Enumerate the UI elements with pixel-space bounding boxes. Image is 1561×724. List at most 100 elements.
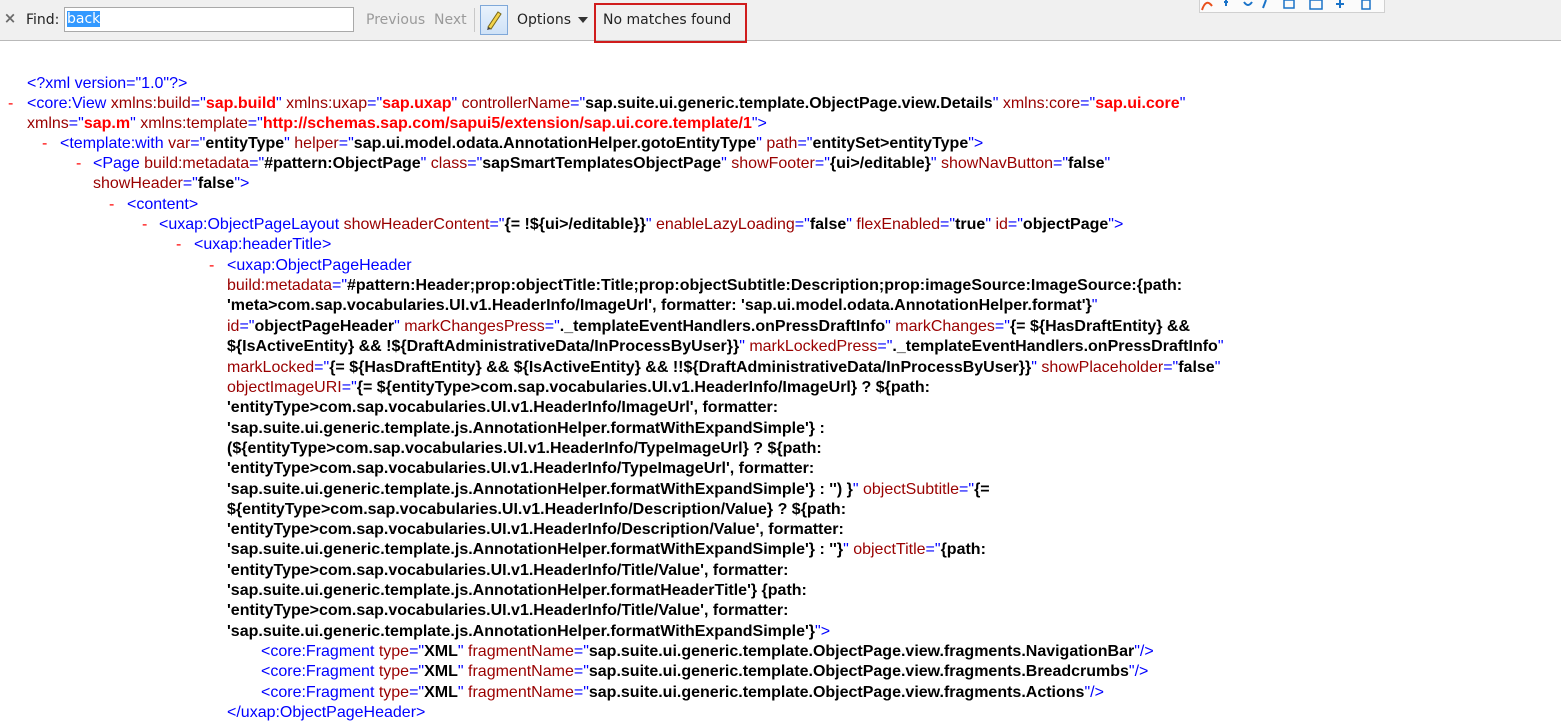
collapse-toggle[interactable]: -: [176, 235, 181, 255]
xml-attribute-name: xmlns:uxap: [286, 95, 368, 112]
xml-namespace-value: http://schemas.sap.com/sapui5/extension/…: [262, 115, 752, 132]
xml-markup: <uxap:headerTitle>: [194, 236, 332, 253]
previous-button[interactable]: Previous: [366, 12, 425, 28]
xml-markup: ": [394, 318, 405, 335]
xml-markup: ": [645, 216, 656, 233]
xml-line: objectImageURI="{= ${entityType>com.sap.…: [227, 378, 930, 398]
xml-markup: =": [409, 684, 425, 701]
find-input-value: back: [67, 11, 101, 27]
xml-attribute-value: false: [809, 216, 847, 233]
xml-markup: =": [249, 155, 265, 172]
collapse-toggle[interactable]: -: [42, 134, 47, 154]
xml-attribute-name: type: [378, 663, 410, 680]
xml-markup: =": [570, 95, 586, 112]
xml-line: <uxap:headerTitle>: [194, 235, 331, 255]
xml-markup: ": [276, 95, 287, 112]
xml-attribute-value: entityType: [205, 135, 285, 152]
xml-attribute-name: xmlns:build: [110, 95, 191, 112]
xml-attribute-value: entitySet>entityType: [812, 135, 969, 152]
xml-attribute-name: controllerName: [461, 95, 571, 112]
find-bar: × Find: back Previous Next Options No ma…: [0, 0, 1561, 43]
xml-attribute-value: 'sap.suite.ui.generic.template.js.Annota…: [227, 623, 816, 640]
xml-attribute-value: 'entityType>com.sap.vocabularies.UI.v1.H…: [227, 521, 844, 538]
xml-line: showHeader="false">: [93, 174, 249, 194]
xml-attribute-value: {= ${HasDraftEntity} &&: [1009, 318, 1190, 335]
xml-markup: ": [843, 541, 854, 558]
xml-namespace-value: sap.m: [83, 115, 131, 132]
xml-markup: =": [338, 135, 354, 152]
xml-markup: ">: [1108, 216, 1124, 233]
xml-markup: <core:View: [27, 95, 111, 112]
highlight-all-button[interactable]: [480, 5, 508, 35]
xml-attribute-value: 'sap.suite.ui.generic.template.js.Annota…: [227, 481, 853, 498]
xml-markup: =": [1163, 359, 1179, 376]
collapse-toggle[interactable]: -: [76, 154, 81, 174]
xml-markup: ": [457, 663, 469, 680]
options-button[interactable]: Options: [517, 12, 571, 28]
xml-attribute-name: type: [378, 684, 410, 701]
xml-markup: =": [489, 216, 505, 233]
xml-markup: ": [457, 643, 469, 660]
xml-attribute-name: build:metadata: [144, 155, 250, 172]
collapse-toggle[interactable]: -: [109, 195, 114, 215]
chevron-down-icon[interactable]: [578, 17, 588, 23]
xml-markup: ": [885, 318, 896, 335]
xml-line: 'entityType>com.sap.vocabularies.UI.v1.H…: [227, 561, 788, 581]
xml-markup: ": [1214, 359, 1221, 376]
xml-markup: ": [420, 155, 431, 172]
xml-attribute-name: type: [378, 643, 410, 660]
highlighter-pen-icon: [487, 11, 502, 30]
xml-line: <content>: [127, 195, 198, 215]
xml-line: 'sap.suite.ui.generic.template.js.Annota…: [227, 480, 990, 500]
xml-attribute-value: objectPageHeader: [254, 318, 395, 335]
xml-namespace-value: sap.uxap: [382, 95, 452, 112]
xml-attribute-value: sap.suite.ui.generic.template.ObjectPage…: [585, 95, 993, 112]
xml-markup: =": [994, 318, 1010, 335]
xml-markup: ": [284, 135, 295, 152]
collapse-toggle[interactable]: -: [209, 256, 214, 276]
xml-attribute-value: {= ${entityType>com.sap.vocabularies.UI.…: [356, 379, 930, 396]
xml-attribute-value: sap.suite.ui.generic.template.ObjectPage…: [588, 643, 1135, 660]
xml-markup: ": [985, 216, 996, 233]
xml-markup: =": [797, 135, 813, 152]
xml-line: 'entityType>com.sap.vocabularies.UI.v1.H…: [227, 601, 788, 621]
xml-attribute-name: markLockedPress: [749, 338, 878, 355]
xml-attribute-value: {= ${HasDraftEntity} && ${IsActiveEntity…: [329, 359, 1032, 376]
xml-markup: =": [409, 663, 425, 680]
xml-markup: =": [1007, 216, 1023, 233]
xml-markup: =": [314, 359, 330, 376]
xml-markup: =": [1080, 95, 1096, 112]
xml-markup: ": [739, 338, 750, 355]
xml-markup: <uxap:ObjectPageLayout: [159, 216, 344, 233]
xml-line: 'entityType>com.sap.vocabularies.UI.v1.H…: [227, 398, 778, 418]
xml-markup: <uxap:ObjectPageHeader: [227, 257, 412, 274]
xml-attribute-name: xmlns: [27, 115, 69, 132]
xml-markup: ": [1179, 95, 1186, 112]
xml-markup: ": [756, 135, 767, 152]
collapse-toggle[interactable]: -: [142, 215, 147, 235]
status-highlight-annotation: [594, 3, 747, 43]
xml-attribute-value: ${IsActiveEntity} && !${DraftAdministrat…: [227, 338, 740, 355]
next-button[interactable]: Next: [434, 12, 467, 28]
collapse-toggle[interactable]: -: [8, 94, 13, 114]
xml-markup: ">: [815, 623, 831, 640]
xml-line: <core:Fragment type="XML" fragmentName="…: [261, 683, 1104, 703]
xml-markup: =": [925, 541, 941, 558]
xml-markup: =": [544, 318, 560, 335]
xml-markup: ": [721, 155, 732, 172]
xml-attribute-value: ._templateEventHandlers.onPressDraftInfo: [559, 318, 886, 335]
close-icon[interactable]: ×: [3, 11, 17, 26]
xml-markup: ">: [751, 115, 767, 132]
xml-attribute-value: 'sap.suite.ui.generic.template.js.Annota…: [227, 541, 844, 558]
xml-line: <uxap:ObjectPageLayout showHeaderContent…: [159, 215, 1123, 235]
find-input[interactable]: back: [64, 7, 354, 32]
xml-line: (${entityType>com.sap.vocabularies.UI.v1…: [227, 439, 822, 459]
xml-attribute-value: 'sap.suite.ui.generic.template.js.Annota…: [227, 420, 825, 437]
xml-attribute-value: false: [1178, 359, 1215, 376]
xml-markup: =": [341, 379, 357, 396]
xml-attribute-value: 'entityType>com.sap.vocabularies.UI.v1.H…: [227, 460, 815, 477]
xml-markup: =": [573, 643, 589, 660]
xml-markup: =": [467, 155, 483, 172]
xml-attribute-name: fragmentName: [468, 643, 574, 660]
xml-line: <core:Fragment type="XML" fragmentName="…: [261, 662, 1148, 682]
